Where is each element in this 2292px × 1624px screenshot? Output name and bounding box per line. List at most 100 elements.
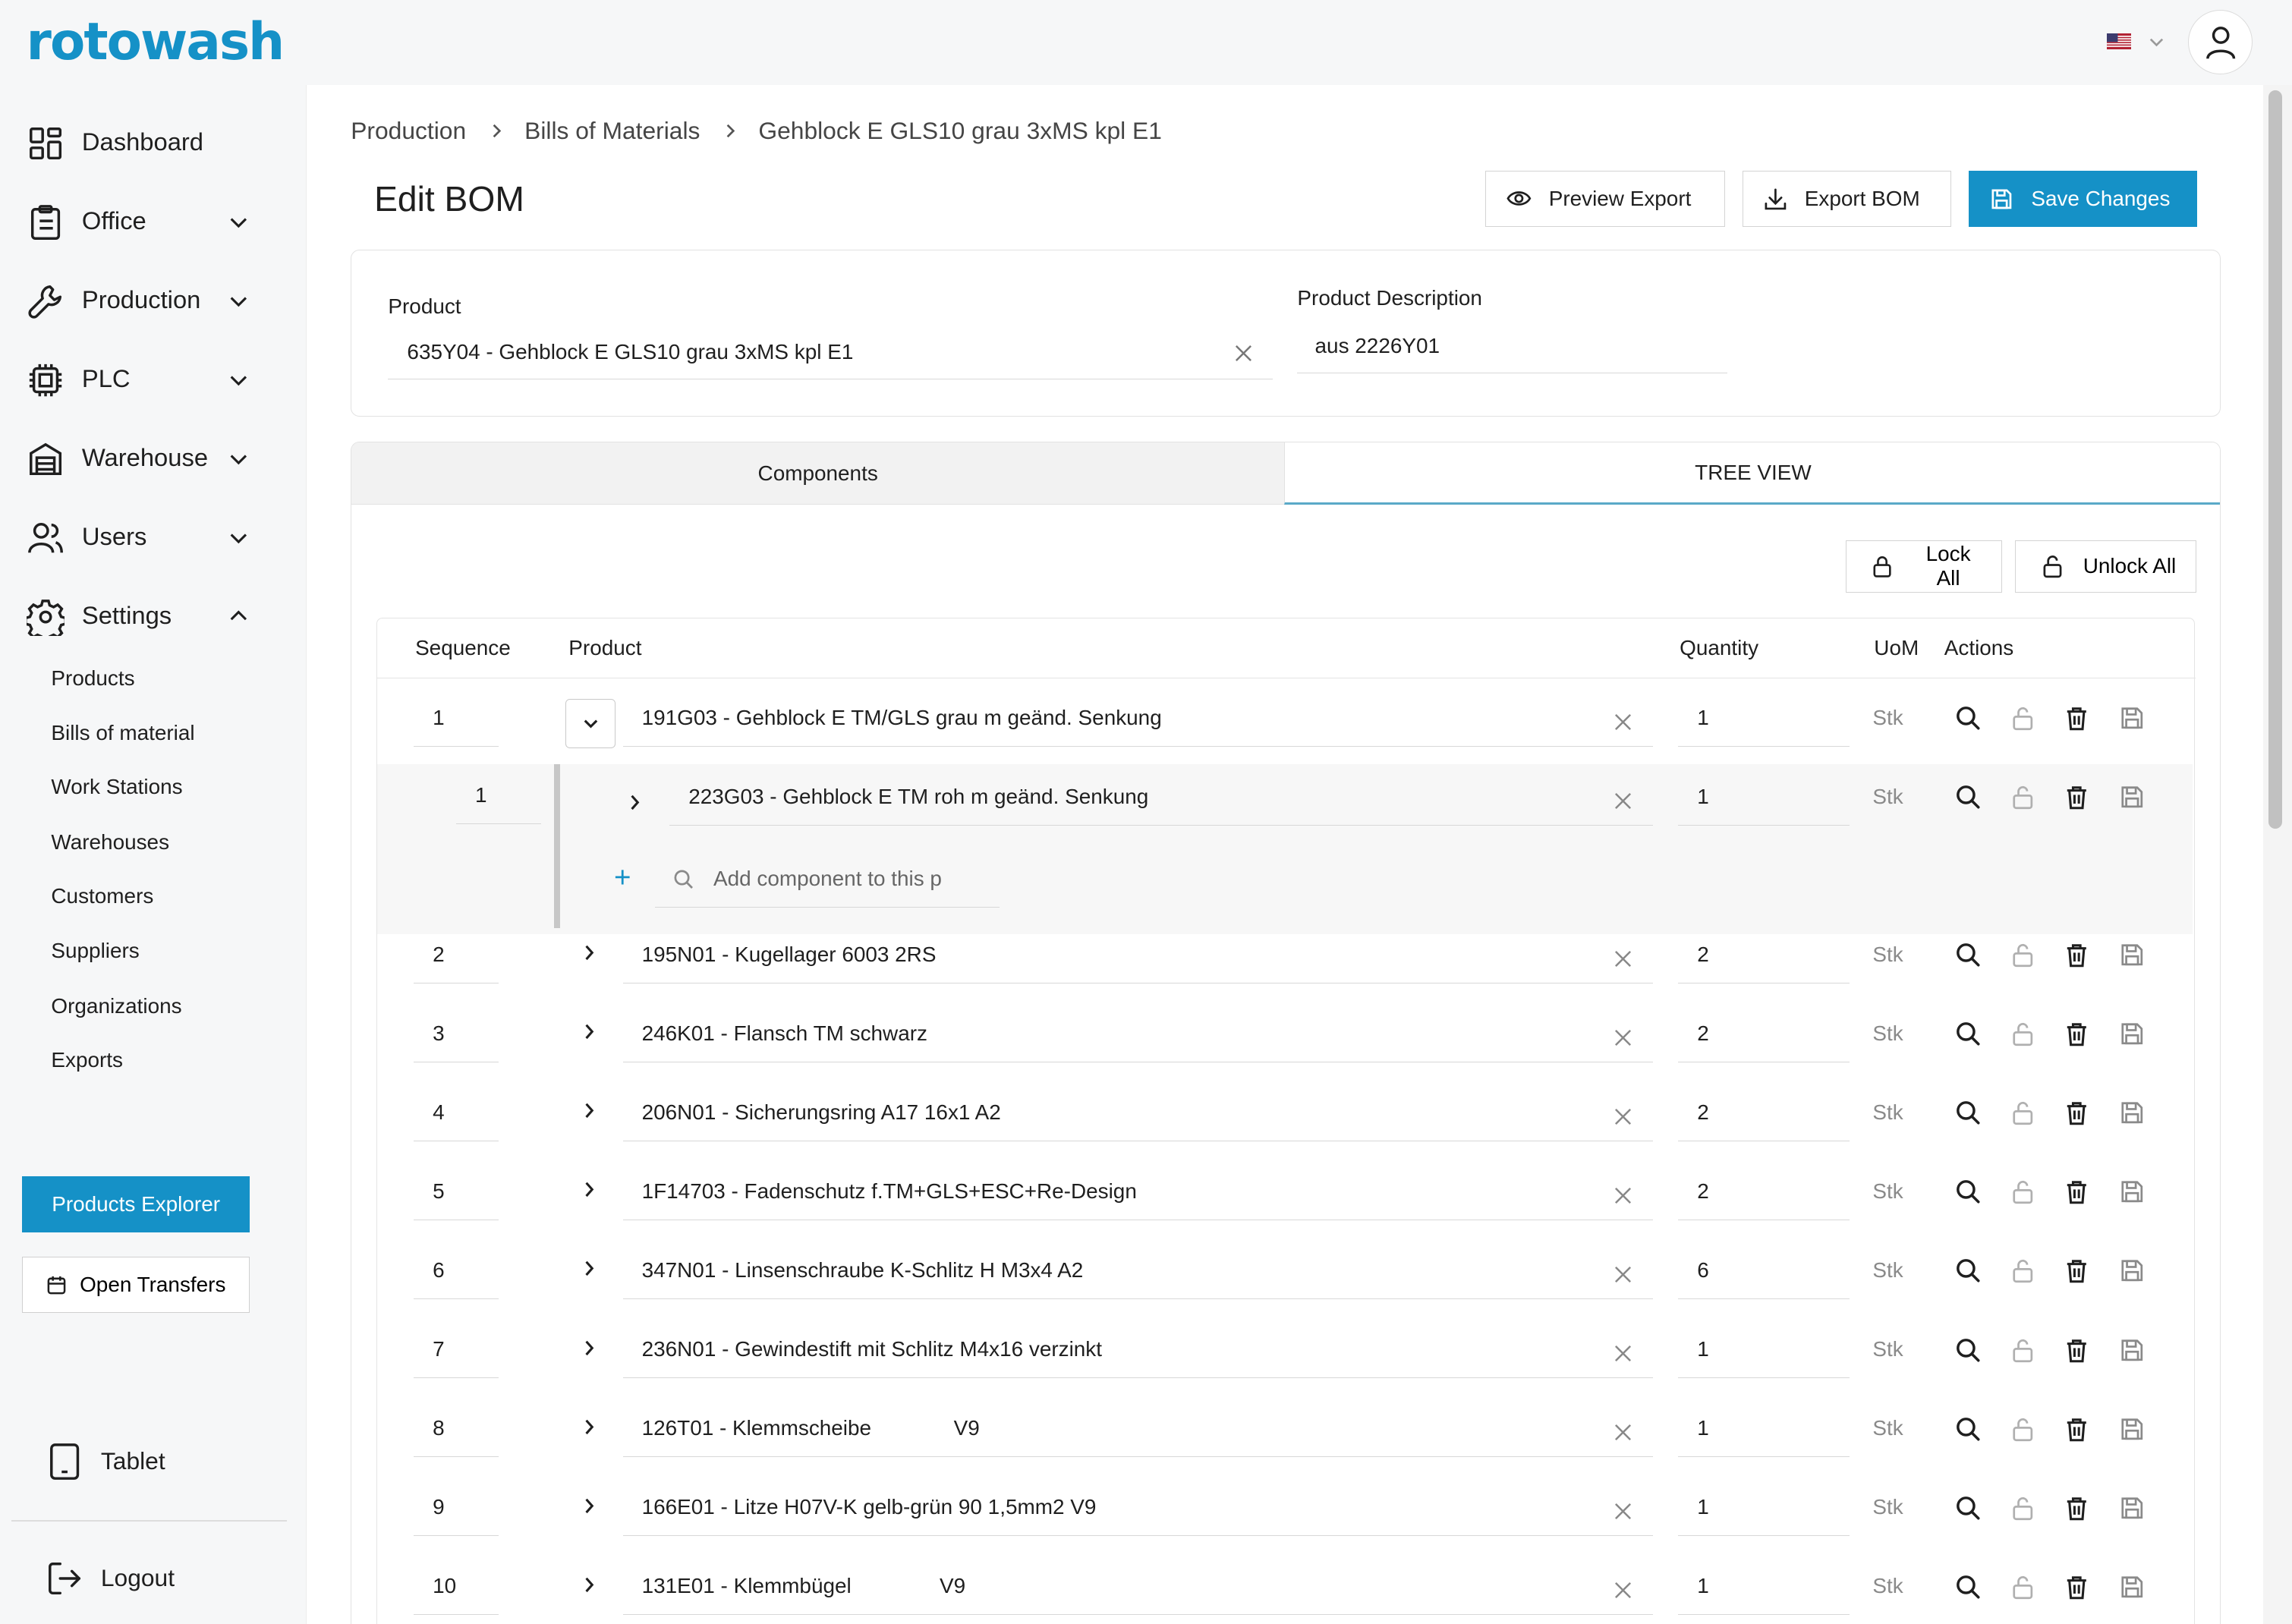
product-select[interactable]: 195N01 - Kugellager 6003 2RS	[622, 928, 1654, 984]
search-icon[interactable]	[1954, 1415, 1982, 1443]
sequence-field[interactable]: 1	[414, 691, 499, 747]
product-select[interactable]: 206N01 - Sicherungsring A17 16x1 A2	[622, 1086, 1654, 1142]
quantity-field[interactable]: 2	[1678, 1007, 1850, 1063]
clear-icon[interactable]	[1614, 789, 1632, 810]
expand-toggle[interactable]	[578, 1494, 601, 1518]
sidebar-subitem-work-stations[interactable]: Work Stations	[51, 775, 182, 799]
trash-icon[interactable]	[2063, 1178, 2091, 1206]
sequence-field[interactable]: 4	[414, 1086, 499, 1142]
sidebar-item-dashboard[interactable]: Dashboard	[0, 112, 307, 171]
save-icon[interactable]	[2118, 1020, 2146, 1048]
quantity-field[interactable]: 1	[1678, 1402, 1850, 1458]
user-avatar-button[interactable]	[2188, 10, 2253, 75]
sequence-field[interactable]: 7	[414, 1323, 499, 1379]
clear-icon[interactable]	[1614, 1026, 1632, 1046]
tab-tree-view[interactable]: TREE VIEW	[1284, 442, 2220, 505]
trash-icon[interactable]	[2063, 1020, 2091, 1048]
expand-toggle[interactable]	[578, 1415, 601, 1439]
sidebar-item-production[interactable]: Production	[0, 270, 307, 329]
sidebar-subitem-customers[interactable]: Customers	[51, 884, 153, 908]
trash-icon[interactable]	[2063, 1415, 2091, 1443]
unlock-icon[interactable]	[2009, 1020, 2037, 1048]
trash-icon[interactable]	[2063, 1494, 2091, 1522]
sidebar-subitem-suppliers[interactable]: Suppliers	[51, 939, 139, 963]
unlock-icon[interactable]	[2009, 704, 2037, 732]
products-explorer-button[interactable]: Products Explorer	[21, 1176, 250, 1232]
trash-icon[interactable]	[2063, 1336, 2091, 1364]
unlock-icon[interactable]	[2009, 1336, 2037, 1364]
quantity-field[interactable]: 1	[1678, 770, 1850, 826]
expand-toggle[interactable]	[578, 1336, 601, 1360]
save-icon[interactable]	[2118, 1178, 2146, 1206]
expand-toggle[interactable]	[578, 1099, 601, 1122]
trash-icon[interactable]	[2063, 1099, 2091, 1127]
save-icon[interactable]	[2118, 1336, 2146, 1364]
sequence-field[interactable]: 3	[414, 1007, 499, 1063]
unlock-icon[interactable]	[2009, 941, 2037, 969]
unlock-icon[interactable]	[2009, 1099, 2037, 1127]
sequence-field[interactable]: 2	[414, 928, 499, 984]
sidebar-subitem-exports[interactable]: Exports	[51, 1048, 123, 1072]
plus-icon[interactable]: +	[614, 861, 631, 895]
clear-icon[interactable]	[1614, 1184, 1632, 1204]
product-select[interactable]: 236N01 - Gewindestift mit Schlitz M4x16 …	[622, 1323, 1654, 1379]
clear-icon[interactable]	[1614, 1105, 1632, 1125]
quantity-field[interactable]: 1	[1678, 1323, 1850, 1379]
search-icon[interactable]	[1954, 1020, 1982, 1048]
save-changes-button[interactable]: Save Changes	[1969, 171, 2197, 227]
quantity-field[interactable]: 6	[1678, 1244, 1850, 1300]
expand-toggle[interactable]	[578, 1020, 601, 1043]
product-select[interactable]: 166E01 - Litze H07V-K gelb-grün 90 1,5mm…	[622, 1481, 1654, 1537]
save-icon[interactable]	[2118, 1494, 2146, 1522]
search-icon[interactable]	[1954, 704, 1982, 732]
clear-icon[interactable]	[1614, 710, 1632, 731]
save-icon[interactable]	[2118, 1099, 2146, 1127]
save-icon[interactable]	[2118, 1415, 2146, 1443]
product-select[interactable]: 223G03 - Gehblock E TM roh m geänd. Senk…	[669, 770, 1654, 826]
sidebar-subitem-products[interactable]: Products	[51, 666, 134, 691]
search-icon[interactable]	[1954, 941, 1982, 969]
us-flag-icon[interactable]	[2106, 33, 2132, 50]
trash-icon[interactable]	[2063, 783, 2091, 811]
search-icon[interactable]	[1954, 1178, 1982, 1206]
logo[interactable]: rotowash	[27, 11, 285, 73]
save-icon[interactable]	[2118, 783, 2146, 811]
product-select[interactable]: 131E01 - Klemmbügel V9	[622, 1559, 1654, 1616]
product-select[interactable]: 635Y04 - Gehblock E GLS10 grau 3xMS kpl …	[388, 327, 1273, 379]
save-icon[interactable]	[2118, 704, 2146, 732]
expand-toggle[interactable]	[578, 1257, 601, 1280]
breadcrumb-bills-of-materials[interactable]: Bills of Materials	[524, 117, 700, 145]
clear-icon[interactable]	[1614, 1578, 1632, 1599]
sidebar-item-logout[interactable]: Logout	[0, 1550, 307, 1608]
product-description-field[interactable]: aus 2226Y01	[1297, 321, 1727, 374]
sequence-field[interactable]: 10	[414, 1559, 499, 1616]
sidebar-item-settings[interactable]: Settings	[0, 586, 307, 644]
sidebar-item-warehouse[interactable]: Warehouse	[0, 428, 307, 486]
save-icon[interactable]	[2118, 941, 2146, 969]
sidebar-item-office[interactable]: Office	[0, 191, 307, 250]
search-icon[interactable]	[1954, 1573, 1982, 1601]
sidebar-item-plc[interactable]: PLC	[0, 349, 307, 408]
chevron-down-icon[interactable]	[2146, 33, 2167, 51]
open-transfers-button[interactable]: Open Transfers	[21, 1257, 250, 1313]
unlock-icon[interactable]	[2009, 1573, 2037, 1601]
product-select[interactable]: 246K01 - Flansch TM schwarz	[622, 1007, 1654, 1063]
product-select[interactable]: 347N01 - Linsenschraube K-Schlitz H M3x4…	[622, 1244, 1654, 1300]
unlock-icon[interactable]	[2009, 1257, 2037, 1285]
quantity-field[interactable]: 2	[1678, 1086, 1850, 1142]
trash-icon[interactable]	[2063, 941, 2091, 969]
sequence-field[interactable]: 6	[414, 1244, 499, 1300]
quantity-field[interactable]: 2	[1678, 1165, 1850, 1221]
search-icon[interactable]	[1954, 1336, 1982, 1364]
search-icon[interactable]	[1954, 1257, 1982, 1285]
export-bom-button[interactable]: Export BOM	[1742, 171, 1952, 227]
clear-icon[interactable]	[1614, 1342, 1632, 1362]
search-icon[interactable]	[1954, 1099, 1982, 1127]
quantity-field[interactable]: 1	[1678, 691, 1850, 747]
quantity-field[interactable]: 1	[1678, 1481, 1850, 1537]
product-select[interactable]: 126T01 - Klemmscheibe V9	[622, 1402, 1654, 1458]
sidebar-item-tablet[interactable]: Tablet	[0, 1433, 307, 1491]
clear-icon[interactable]	[1233, 343, 1254, 364]
tab-components[interactable]: Components	[351, 442, 1285, 505]
unlock-icon[interactable]	[2009, 783, 2037, 811]
